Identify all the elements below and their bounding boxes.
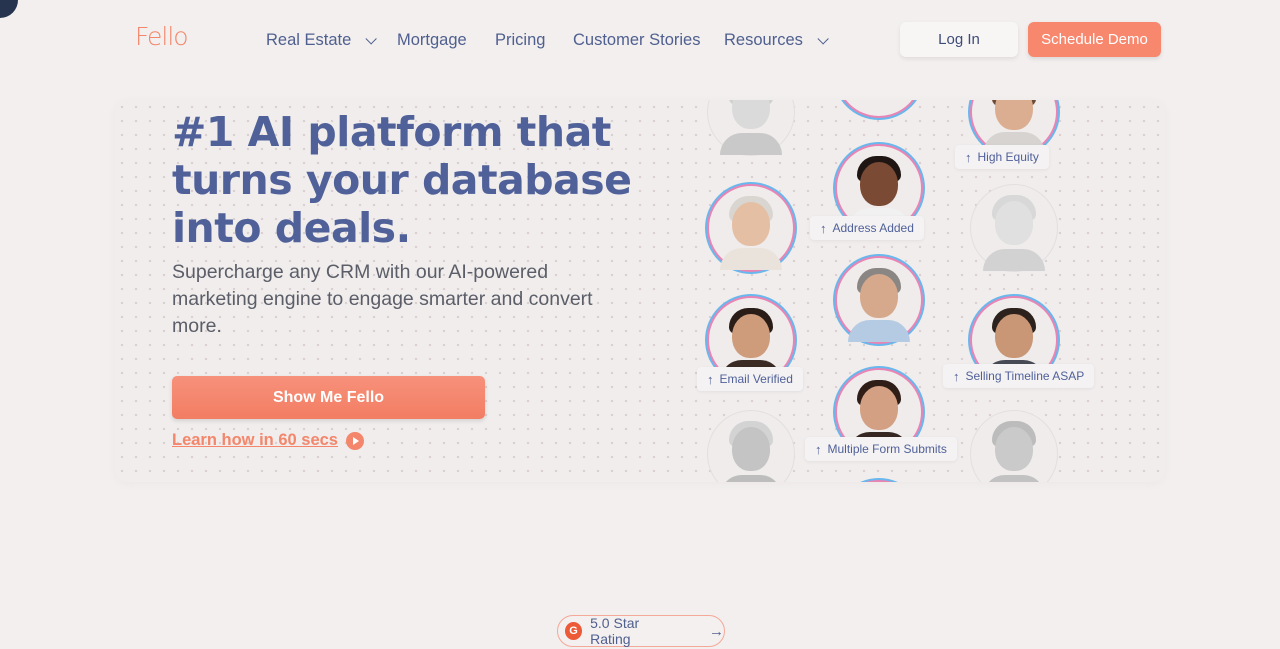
arrow-up-icon: ↑: [815, 441, 822, 457]
signal-tag-label: Multiple Form Submits: [827, 442, 947, 456]
chevron-down-icon: [365, 32, 378, 45]
avatar-grey-bearded-man: [970, 410, 1058, 482]
signal-tag-multiple-forms: ↑ Multiple Form Submits: [805, 437, 957, 461]
signal-tag-label: Email Verified: [719, 372, 793, 386]
nav-item-real-estate[interactable]: Real Estate: [266, 31, 378, 50]
star-rating-badge[interactable]: G 5.0 Star Rating →: [557, 615, 725, 647]
avatar-face: [860, 274, 898, 318]
nav-item-label: Real Estate: [266, 31, 352, 49]
avatar-face: [732, 100, 770, 129]
login-button[interactable]: Log In: [900, 22, 1018, 57]
schedule-demo-button[interactable]: Schedule Demo: [1028, 22, 1161, 57]
nav-item-label: Pricing: [495, 31, 546, 49]
signal-tag-high-equity: ↑ High Equity: [955, 145, 1049, 169]
signal-tag-address-added: ↑ Address Added: [810, 216, 924, 240]
g2-logo-icon: G: [565, 622, 583, 640]
avatar-older-woman: [707, 184, 795, 272]
nav-item-label: Mortgage: [397, 31, 467, 49]
learn-video-link[interactable]: Learn how in 60 secs: [172, 431, 364, 450]
avatar-bottom-partial: [835, 480, 923, 482]
hero-subheadline: Supercharge any CRM with our AI-powered …: [172, 261, 593, 337]
avatar-body: [720, 248, 782, 270]
avatar-grey-older-man: [707, 410, 795, 482]
avatar-face: [860, 386, 898, 430]
nav-item-mortgage[interactable]: Mortgage: [397, 31, 467, 50]
top-navigation: Fello Real Estate Mortgage Pricing Custo…: [0, 0, 1280, 80]
avatar-body: [720, 133, 782, 155]
avatar-face: [732, 427, 770, 471]
signal-tag-label: Selling Timeline ASAP: [965, 369, 1085, 383]
nav-item-label: Customer Stories: [573, 31, 701, 49]
play-icon: [345, 431, 364, 450]
signal-tag-label: High Equity: [977, 150, 1039, 164]
nav-item-customer-stories[interactable]: Customer Stories: [573, 31, 700, 50]
avatar-body: [983, 249, 1045, 271]
star-rating-label: 5.0 Star Rating: [590, 615, 640, 647]
arrow-up-icon: ↑: [965, 149, 972, 165]
avatar-body: [848, 320, 910, 342]
show-me-fello-button[interactable]: Show Me Fello: [172, 376, 485, 419]
signal-tag-selling-timeline: ↑ Selling Timeline ASAP: [943, 364, 1095, 388]
arrow-right-icon: →: [709, 622, 724, 640]
hero-headline: #1 AI platform that turns your database …: [172, 108, 632, 252]
avatar-face: [995, 314, 1033, 358]
avatar-face: [732, 202, 770, 246]
avatar-face: [860, 162, 898, 206]
avatar-face: [732, 314, 770, 358]
avatar-face: [995, 100, 1033, 130]
nav-item-resources[interactable]: Resources: [724, 31, 829, 50]
fello-logo[interactable]: Fello: [135, 22, 189, 51]
nav-item-pricing[interactable]: Pricing: [495, 31, 545, 50]
avatar-face: [995, 427, 1033, 471]
avatar-grey-man: [707, 100, 795, 156]
avatar-top-partial: [835, 100, 923, 118]
signal-tag-email-verified: ↑ Email Verified: [697, 367, 803, 391]
avatar-body: [983, 475, 1045, 482]
learn-video-label: Learn how in 60 secs: [172, 431, 338, 449]
arrow-up-icon: ↑: [953, 368, 960, 384]
avatar-middle-man: [835, 256, 923, 344]
chevron-down-icon: [817, 32, 829, 45]
avatar-body: [720, 475, 782, 482]
arrow-up-icon: ↑: [707, 371, 714, 387]
avatar-face: [995, 201, 1033, 245]
signal-tag-label: Address Added: [832, 221, 914, 235]
nav-item-label: Resources: [724, 31, 803, 49]
arrow-up-icon: ↑: [820, 220, 827, 236]
avatar-grey-woman: [970, 184, 1058, 272]
